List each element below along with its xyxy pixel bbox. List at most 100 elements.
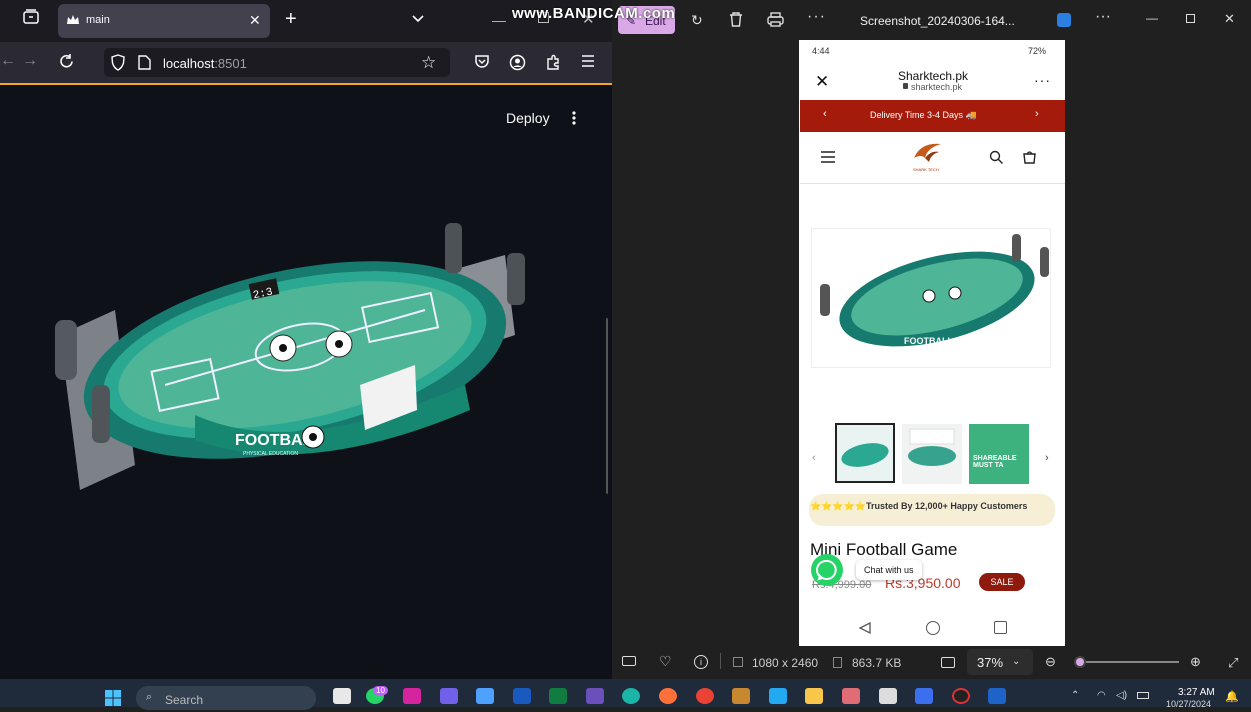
rotate-icon[interactable]: ↻ xyxy=(691,12,703,29)
header-divider xyxy=(800,183,1065,184)
thumbnail-3[interactable] xyxy=(969,424,1029,484)
battery-icon[interactable] xyxy=(1137,692,1149,699)
fullscreen-icon[interactable]: ⤢ xyxy=(1228,655,1238,671)
shield-icon[interactable] xyxy=(110,54,126,76)
whatsapp-icon[interactable] xyxy=(811,554,843,586)
filesize-icon xyxy=(833,657,842,668)
url-host: localhost xyxy=(163,56,215,71)
more-options-icon-2[interactable]: ··· xyxy=(1095,8,1111,26)
close-browser-icon[interactable]: ✕ xyxy=(815,72,829,92)
chrome-icon[interactable] xyxy=(696,688,714,704)
banner-text: Delivery Time 3-4 Days 🚚 xyxy=(870,110,977,120)
sublime-icon[interactable] xyxy=(732,688,750,704)
thumbnail-3-text: SHAREABLE MUST TA xyxy=(973,455,1017,469)
terminal-icon[interactable] xyxy=(879,688,897,704)
app-icon-purple[interactable] xyxy=(586,688,604,704)
table-sub-text: PHYSICAL EDUCATION xyxy=(243,451,298,457)
reload-icon[interactable] xyxy=(58,53,75,75)
deploy-button[interactable]: Deploy xyxy=(496,106,560,130)
firefox-taskbar-icon[interactable] xyxy=(659,688,677,704)
url-port: :8501 xyxy=(214,56,247,71)
tab-title: main xyxy=(86,14,110,26)
notification-badge: 10 xyxy=(373,686,388,695)
tab-close-icon[interactable]: ✕ xyxy=(249,12,261,29)
app-icon-blue[interactable] xyxy=(915,688,933,704)
print-icon[interactable] xyxy=(767,12,784,32)
clock-time[interactable]: 3:27 AM xyxy=(1178,687,1215,698)
thumb-prev-icon[interactable]: ‹ xyxy=(812,452,816,464)
chat-with-us-label[interactable]: Chat with us xyxy=(856,560,922,580)
screenshot-icon[interactable] xyxy=(941,657,955,668)
forward-arrow-icon[interactable]: → xyxy=(22,52,38,70)
zoom-in-icon[interactable]: ⊕ xyxy=(1190,654,1201,670)
android-back-icon[interactable] xyxy=(858,621,872,640)
list-tabs-icon[interactable] xyxy=(410,10,426,31)
file-icon[interactable] xyxy=(333,688,351,704)
banner-prev-icon[interactable]: ‹ xyxy=(823,108,827,120)
android-home-icon[interactable] xyxy=(926,621,940,635)
store-icon[interactable] xyxy=(476,688,494,704)
wifi-icon[interactable]: ◠ xyxy=(1097,690,1106,701)
clock-date[interactable]: 10/27/2024 xyxy=(1166,699,1211,709)
copilot-icon[interactable] xyxy=(440,688,458,704)
thumb-next-icon[interactable]: › xyxy=(1045,452,1049,464)
windows-start-icon[interactable] xyxy=(104,689,122,707)
minimize-icon[interactable]: — xyxy=(492,12,506,28)
photos-taskbar-icon[interactable] xyxy=(988,688,1006,704)
menu-hamburger-icon[interactable] xyxy=(580,54,596,73)
favorite-heart-icon[interactable]: ♡ xyxy=(659,653,672,670)
taskbar-search[interactable] xyxy=(136,686,316,710)
pocket-icon[interactable] xyxy=(474,54,490,74)
zoom-slider-track[interactable] xyxy=(1075,661,1179,663)
zoom-out-icon[interactable]: ⊖ xyxy=(1045,654,1056,670)
tab-overview-icon[interactable] xyxy=(18,8,44,34)
site-title: Sharktech.pk xyxy=(898,69,969,83)
sale-badge: SALE xyxy=(979,573,1025,591)
thumbnail-2[interactable] xyxy=(902,424,962,484)
maximize-icon-2[interactable] xyxy=(1186,14,1195,23)
delete-icon[interactable] xyxy=(728,11,744,33)
vscode-icon[interactable] xyxy=(769,688,787,704)
zoom-chevron-icon: ⌄ xyxy=(1012,656,1021,667)
page-icon xyxy=(138,55,151,75)
filmstrip-icon[interactable] xyxy=(622,656,636,666)
notification-bell-icon[interactable]: 🔔 xyxy=(1225,690,1239,703)
info-icon[interactable]: i xyxy=(694,655,708,669)
bandicam-icon[interactable] xyxy=(952,688,970,704)
bookmark-star-icon[interactable]: ☆ xyxy=(421,53,436,73)
android-recents-icon[interactable] xyxy=(994,621,1007,634)
product-image-football-table: FOOTBALL PHYSICAL EDUCATION 2:3 xyxy=(45,215,530,500)
file-explorer-icon[interactable] xyxy=(805,688,823,704)
volume-icon[interactable]: ◁) xyxy=(1116,690,1127,701)
scrollbar-thumb[interactable] xyxy=(606,318,608,494)
search-icon[interactable] xyxy=(989,150,1004,170)
banner-next-icon[interactable]: › xyxy=(1035,108,1039,120)
product-main-image[interactable]: FOOTBALL xyxy=(811,228,1051,368)
instagram-icon[interactable] xyxy=(403,688,421,704)
cart-icon[interactable] xyxy=(1022,150,1037,170)
app-icon xyxy=(1057,13,1071,27)
new-tab-button[interactable]: + xyxy=(285,8,297,31)
thumbnail-1[interactable] xyxy=(835,423,895,483)
status-battery: 72% xyxy=(1028,46,1047,56)
status-time: 4:44 xyxy=(812,46,830,56)
tray-chevron-icon[interactable]: ⌃ xyxy=(1071,690,1079,701)
word-icon[interactable] xyxy=(513,688,531,704)
excel-icon[interactable] xyxy=(549,688,567,704)
logo-text: SHARK TECH xyxy=(913,167,939,172)
extensions-icon[interactable] xyxy=(545,54,562,76)
edge-icon[interactable] xyxy=(622,688,640,704)
hamburger-menu-icon[interactable] xyxy=(820,150,836,169)
site-url: sharktech.pk xyxy=(911,82,963,92)
more-options-icon[interactable]: ··· xyxy=(807,8,826,26)
minimize-icon-2[interactable]: — xyxy=(1146,11,1158,25)
account-icon[interactable] xyxy=(509,54,526,76)
back-arrow-icon[interactable]: ← xyxy=(0,52,16,70)
file-name: Screenshot_20240306-164... xyxy=(860,14,1015,28)
browser-menu-icon[interactable]: ··· xyxy=(1034,72,1051,88)
more-vertical-icon[interactable] xyxy=(568,110,580,131)
calendar-icon[interactable] xyxy=(842,688,860,704)
url-bar[interactable] xyxy=(104,48,450,77)
close-icon-2[interactable]: ✕ xyxy=(1224,11,1235,27)
trust-text: ⭐⭐⭐⭐⭐Trusted By 12,000+ Happy Customers xyxy=(810,501,1028,511)
